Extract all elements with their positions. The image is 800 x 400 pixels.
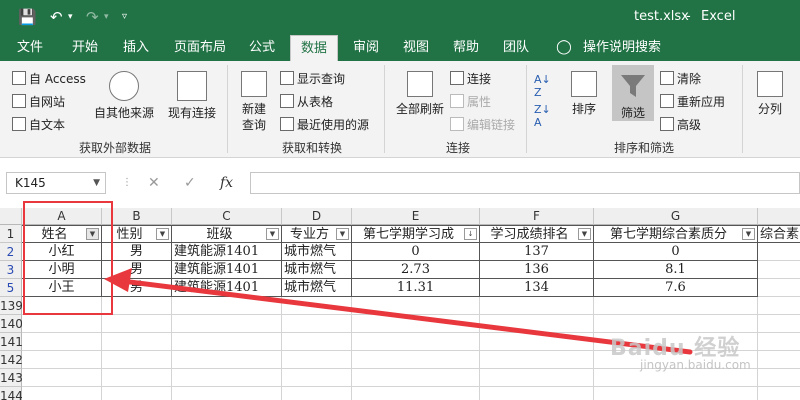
watermark-url: jingyan.baidu.com bbox=[640, 358, 751, 372]
